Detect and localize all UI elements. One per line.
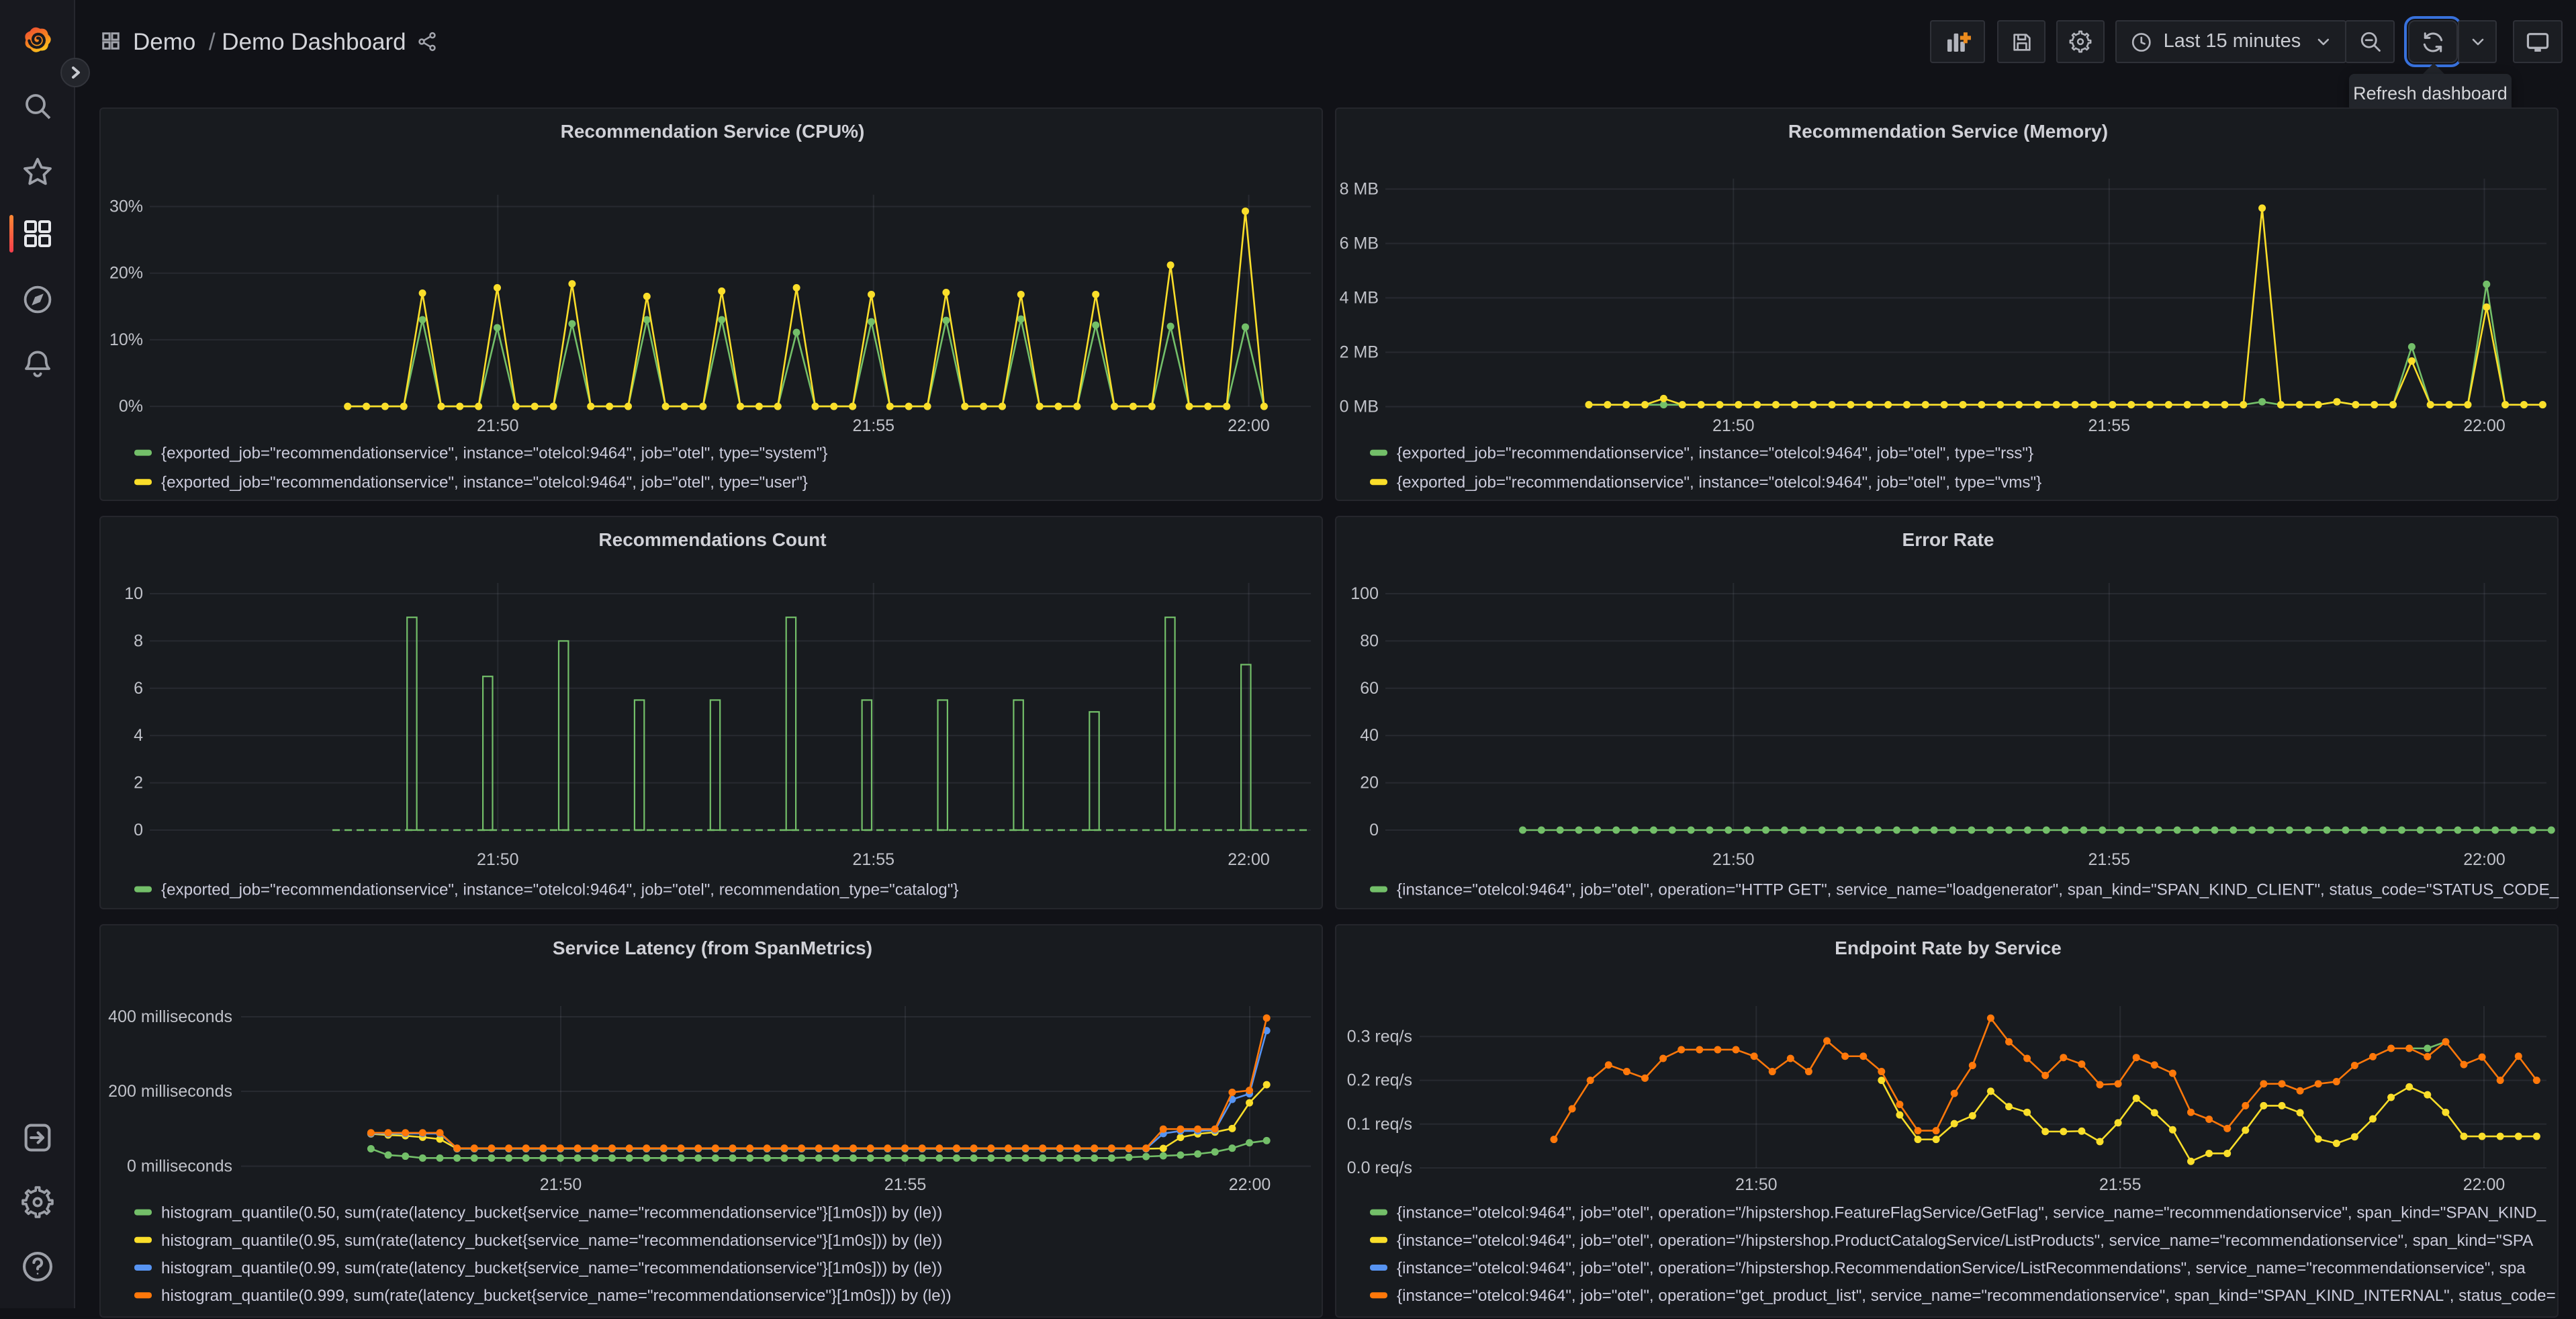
svg-text:8 MB: 8 MB bbox=[1339, 180, 1378, 199]
svg-text:0: 0 bbox=[133, 821, 142, 839]
svg-text:21:50: 21:50 bbox=[1735, 1175, 1777, 1194]
svg-text:Recommendations Count: Recommendations Count bbox=[598, 529, 825, 550]
svg-text:21:55: 21:55 bbox=[2088, 416, 2130, 435]
svg-text:histogram_quantile(0.50, sum(r: histogram_quantile(0.50, sum(rate(latenc… bbox=[160, 1204, 941, 1222]
svg-text:40: 40 bbox=[1359, 726, 1378, 745]
svg-text:6 MB: 6 MB bbox=[1339, 234, 1378, 253]
svg-text:4 MB: 4 MB bbox=[1339, 289, 1378, 308]
svg-text:21:50: 21:50 bbox=[539, 1175, 582, 1194]
svg-text:22:00: 22:00 bbox=[1227, 416, 1269, 435]
svg-text:200 milliseconds: 200 milliseconds bbox=[107, 1082, 232, 1101]
svg-text:100: 100 bbox=[1350, 584, 1378, 603]
svg-text:21:55: 21:55 bbox=[2099, 1175, 2141, 1194]
svg-text:0.0 req/s: 0.0 req/s bbox=[1346, 1158, 1412, 1177]
svg-text:2: 2 bbox=[133, 774, 142, 792]
svg-text:22:00: 22:00 bbox=[1228, 1175, 1271, 1194]
svg-text:{instance="otelcol:9464", job=: {instance="otelcol:9464", job="otel", op… bbox=[1396, 1259, 2525, 1277]
svg-text:22:00: 22:00 bbox=[2463, 416, 2505, 435]
svg-text:0 milliseconds: 0 milliseconds bbox=[126, 1157, 232, 1176]
svg-text:10%: 10% bbox=[109, 330, 142, 349]
svg-text:22:00: 22:00 bbox=[2463, 850, 2505, 869]
svg-text:21:50: 21:50 bbox=[476, 850, 518, 869]
svg-text:{exported_job="recommendations: {exported_job="recommendationservice", i… bbox=[160, 473, 807, 492]
svg-text:{instance="otelcol:9464", job=: {instance="otelcol:9464", job="otel", op… bbox=[1396, 1287, 2555, 1305]
svg-text:{instance="otelcol:9464", job=: {instance="otelcol:9464", job="otel", op… bbox=[1396, 1232, 2533, 1250]
svg-text:0.1 req/s: 0.1 req/s bbox=[1346, 1115, 1412, 1134]
svg-text:0.3 req/s: 0.3 req/s bbox=[1346, 1027, 1412, 1046]
svg-text:Error Rate: Error Rate bbox=[1902, 529, 1994, 550]
svg-text:{exported_job="recommendations: {exported_job="recommendationservice", i… bbox=[160, 881, 958, 899]
svg-text:0%: 0% bbox=[118, 397, 142, 416]
svg-text:{instance="otelcol:9464", job=: {instance="otelcol:9464", job="otel", op… bbox=[1396, 881, 2559, 899]
svg-text:21:50: 21:50 bbox=[1712, 850, 1754, 869]
svg-text:{exported_job="recommendations: {exported_job="recommendationservice", i… bbox=[160, 445, 827, 463]
svg-text:4: 4 bbox=[133, 726, 142, 745]
svg-text:{exported_job="recommendations: {exported_job="recommendationservice", i… bbox=[1396, 473, 2041, 492]
svg-text:0: 0 bbox=[1369, 821, 1378, 839]
svg-text:{exported_job="recommendations: {exported_job="recommendationservice", i… bbox=[1396, 445, 2033, 463]
svg-text:21:55: 21:55 bbox=[2088, 850, 2130, 869]
svg-text:Recommendation Service (CPU%): Recommendation Service (CPU%) bbox=[560, 121, 864, 142]
svg-text:60: 60 bbox=[1359, 679, 1378, 698]
svg-text:20%: 20% bbox=[109, 264, 142, 283]
svg-text:80: 80 bbox=[1359, 631, 1378, 650]
svg-text:{instance="otelcol:9464", job=: {instance="otelcol:9464", job="otel", op… bbox=[1396, 1204, 2546, 1222]
svg-text:21:55: 21:55 bbox=[852, 850, 894, 869]
svg-text:10: 10 bbox=[124, 584, 142, 603]
svg-text:6: 6 bbox=[133, 679, 142, 698]
svg-text:histogram_quantile(0.95, sum(r: histogram_quantile(0.95, sum(rate(latenc… bbox=[160, 1232, 941, 1250]
svg-text:20: 20 bbox=[1359, 774, 1378, 792]
svg-text:22:00: 22:00 bbox=[2463, 1175, 2505, 1194]
svg-text:Endpoint Rate by Service: Endpoint Rate by Service bbox=[1834, 938, 2061, 958]
svg-text:400 milliseconds: 400 milliseconds bbox=[107, 1007, 232, 1026]
svg-text:0.2 req/s: 0.2 req/s bbox=[1346, 1071, 1412, 1090]
svg-text:2 MB: 2 MB bbox=[1339, 343, 1378, 362]
svg-text:21:50: 21:50 bbox=[476, 416, 518, 435]
svg-text:8: 8 bbox=[133, 631, 142, 650]
svg-text:Recommendation Service (Memory: Recommendation Service (Memory) bbox=[1788, 121, 2107, 142]
svg-text:21:50: 21:50 bbox=[1712, 416, 1754, 435]
svg-text:0 MB: 0 MB bbox=[1339, 398, 1378, 416]
svg-text:22:00: 22:00 bbox=[1227, 850, 1269, 869]
svg-text:21:55: 21:55 bbox=[884, 1175, 926, 1194]
svg-text:Service Latency (from SpanMetr: Service Latency (from SpanMetrics) bbox=[552, 938, 872, 958]
svg-text:21:55: 21:55 bbox=[852, 416, 894, 435]
svg-text:histogram_quantile(0.99, sum(r: histogram_quantile(0.99, sum(rate(latenc… bbox=[160, 1259, 941, 1277]
svg-text:30%: 30% bbox=[109, 197, 142, 216]
svg-text:histogram_quantile(0.999, sum(: histogram_quantile(0.999, sum(rate(laten… bbox=[160, 1287, 951, 1305]
